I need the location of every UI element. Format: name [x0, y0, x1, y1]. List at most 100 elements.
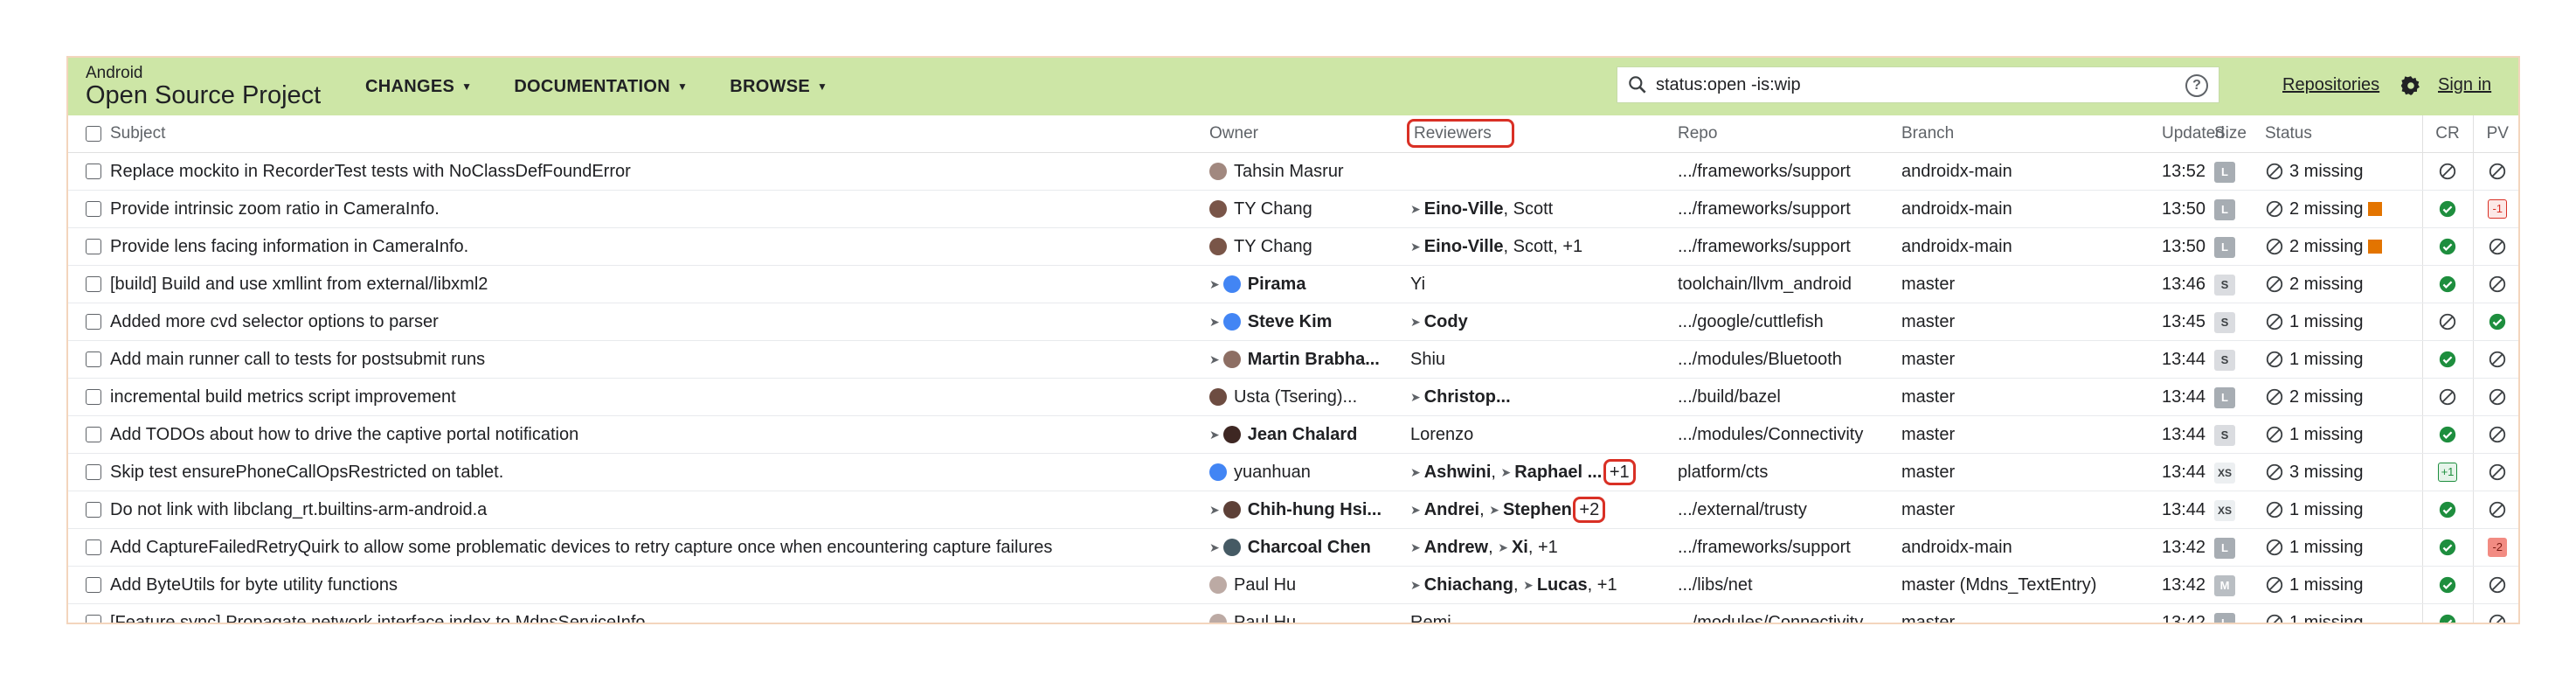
- repo-link[interactable]: .../modules/Bluetooth: [1678, 340, 1901, 379]
- table-row[interactable]: Skip test ensurePhoneCallOpsRestricted o…: [68, 453, 2518, 491]
- row-checkbox[interactable]: [86, 539, 101, 556]
- reviewer-name[interactable]: Shiu: [1410, 350, 1445, 369]
- owner-name[interactable]: yuanhuan: [1234, 463, 1311, 482]
- repo-link[interactable]: toolchain/llvm_android: [1678, 265, 1901, 303]
- row-checkbox[interactable]: [86, 164, 101, 180]
- search-input[interactable]: [1654, 73, 2173, 96]
- row-checkbox[interactable]: [86, 314, 101, 331]
- col-subject[interactable]: Subject: [110, 115, 1209, 153]
- subject-link[interactable]: Added more cvd selector options to parse…: [110, 303, 1209, 341]
- owner-name[interactable]: Steve Kim: [1248, 312, 1333, 331]
- owner-name[interactable]: Pirama: [1248, 275, 1306, 294]
- branch-link[interactable]: master: [1901, 603, 2162, 623]
- select-all-checkbox[interactable]: [86, 125, 101, 142]
- more-reviewers-badge[interactable]: +1: [1603, 458, 1636, 485]
- col-reviewers[interactable]: Reviewers: [1407, 119, 1514, 148]
- subject-link[interactable]: Replace mockito in RecorderTest tests wi…: [110, 152, 1209, 191]
- col-size[interactable]: Size: [2214, 115, 2265, 153]
- menu-browse[interactable]: BROWSE ▼: [730, 77, 828, 97]
- col-status[interactable]: Status: [2265, 115, 2422, 153]
- branch-link[interactable]: androidx-main: [1901, 190, 2162, 228]
- col-pv[interactable]: PV: [2472, 115, 2518, 153]
- table-row[interactable]: Add TODOs about how to drive the captive…: [68, 415, 2518, 454]
- subject-link[interactable]: [build] Build and use xmllint from exter…: [110, 265, 1209, 303]
- subject-link[interactable]: Add ByteUtils for byte utility functions: [110, 566, 1209, 604]
- repo-link[interactable]: .../frameworks/support: [1678, 190, 1901, 228]
- branch-link[interactable]: androidx-main: [1901, 152, 2162, 191]
- owner-name[interactable]: Martin Brabha...: [1248, 350, 1380, 369]
- reviewer-name[interactable]: +1: [1597, 575, 1617, 595]
- reviewer-name[interactable]: Scott: [1513, 237, 1554, 256]
- gear-icon[interactable]: [2399, 74, 2422, 97]
- site-logo[interactable]: Android Open Source Project: [86, 65, 339, 109]
- table-row[interactable]: incremental build metrics script improve…: [68, 378, 2518, 416]
- branch-link[interactable]: master: [1901, 453, 2162, 491]
- subject-link[interactable]: Add TODOs about how to drive the captive…: [110, 415, 1209, 454]
- row-checkbox[interactable]: [86, 276, 101, 293]
- subject-link[interactable]: [Feature sync] Propagate network interfa…: [110, 603, 1209, 623]
- table-row[interactable]: Add CaptureFailedRetryQuirk to allow som…: [68, 528, 2518, 567]
- repo-link[interactable]: .../frameworks/support: [1678, 528, 1901, 567]
- owner-name[interactable]: Jean Chalard: [1248, 425, 1358, 444]
- branch-link[interactable]: master: [1901, 265, 2162, 303]
- table-row[interactable]: Do not link with libclang_rt.builtins-ar…: [68, 491, 2518, 529]
- subject-link[interactable]: Add main runner call to tests for postsu…: [110, 340, 1209, 379]
- reviewer-name[interactable]: Eino-Ville: [1424, 199, 1504, 219]
- row-checkbox[interactable]: [86, 351, 101, 368]
- branch-link[interactable]: master: [1901, 378, 2162, 416]
- reviewer-name[interactable]: Yi: [1410, 275, 1425, 294]
- reviewer-name[interactable]: Xi: [1512, 538, 1528, 557]
- table-row[interactable]: [Feature sync] Propagate network interfa…: [68, 603, 2518, 623]
- row-checkbox[interactable]: [86, 502, 101, 519]
- reviewer-name[interactable]: Eino-Ville: [1424, 237, 1504, 256]
- owner-name[interactable]: Charcoal Chen: [1248, 538, 1371, 557]
- branch-link[interactable]: master: [1901, 415, 2162, 454]
- reviewer-name[interactable]: Raphael ...: [1514, 463, 1602, 482]
- search-box[interactable]: ?: [1617, 66, 2219, 103]
- table-row[interactable]: Add main runner call to tests for postsu…: [68, 340, 2518, 379]
- table-row[interactable]: Replace mockito in RecorderTest tests wi…: [68, 152, 2518, 191]
- owner-name[interactable]: Tahsin Masrur: [1234, 162, 1344, 181]
- reviewer-name[interactable]: Lucas: [1537, 575, 1588, 595]
- repo-link[interactable]: .../external/trusty: [1678, 491, 1901, 529]
- col-cr[interactable]: CR: [2421, 115, 2473, 153]
- owner-name[interactable]: Usta (Tsering)...: [1234, 387, 1357, 407]
- help-icon[interactable]: ?: [2185, 74, 2208, 97]
- branch-link[interactable]: androidx-main: [1901, 528, 2162, 567]
- branch-link[interactable]: master: [1901, 491, 2162, 529]
- subject-link[interactable]: Skip test ensurePhoneCallOpsRestricted o…: [110, 453, 1209, 491]
- branch-link[interactable]: master: [1901, 303, 2162, 341]
- reviewer-name[interactable]: Chiachang: [1424, 575, 1513, 595]
- owner-name[interactable]: Chih-hung Hsi...: [1248, 500, 1381, 519]
- repo-link[interactable]: .../build/bazel: [1678, 378, 1901, 416]
- more-reviewers-badge[interactable]: +2: [1573, 496, 1606, 523]
- repo-link[interactable]: .../modules/Connectivity: [1678, 603, 1901, 623]
- subject-link[interactable]: Provide lens facing information in Camer…: [110, 227, 1209, 266]
- branch-link[interactable]: androidx-main: [1901, 227, 2162, 266]
- repo-link[interactable]: .../frameworks/support: [1678, 152, 1901, 191]
- repo-link[interactable]: .../google/cuttlefish: [1678, 303, 1901, 341]
- col-updated[interactable]: Updated: [2162, 115, 2225, 153]
- row-checkbox[interactable]: [86, 427, 101, 443]
- branch-link[interactable]: master: [1901, 340, 2162, 379]
- row-checkbox[interactable]: [86, 615, 101, 623]
- table-row[interactable]: [build] Build and use xmllint from exter…: [68, 265, 2518, 303]
- row-checkbox[interactable]: [86, 239, 101, 255]
- col-owner[interactable]: Owner: [1209, 115, 1410, 153]
- row-checkbox[interactable]: [86, 201, 101, 218]
- owner-name[interactable]: TY Chang: [1234, 237, 1312, 256]
- subject-link[interactable]: Do not link with libclang_rt.builtins-ar…: [110, 491, 1209, 529]
- row-checkbox[interactable]: [86, 464, 101, 481]
- owner-name[interactable]: Paul Hu: [1234, 613, 1296, 623]
- row-checkbox[interactable]: [86, 577, 101, 594]
- col-repo[interactable]: Repo: [1678, 115, 1901, 153]
- subject-link[interactable]: Provide intrinsic zoom ratio in CameraIn…: [110, 190, 1209, 228]
- reviewer-name[interactable]: Remi: [1410, 613, 1451, 623]
- menu-documentation[interactable]: DOCUMENTATION ▼: [514, 77, 688, 97]
- repo-link[interactable]: platform/cts: [1678, 453, 1901, 491]
- subject-link[interactable]: incremental build metrics script improve…: [110, 378, 1209, 416]
- repositories-link[interactable]: Repositories: [2282, 75, 2379, 95]
- table-row[interactable]: Add ByteUtils for byte utility functions…: [68, 566, 2518, 604]
- repo-link[interactable]: .../modules/Connectivity: [1678, 415, 1901, 454]
- owner-name[interactable]: Paul Hu: [1234, 575, 1296, 595]
